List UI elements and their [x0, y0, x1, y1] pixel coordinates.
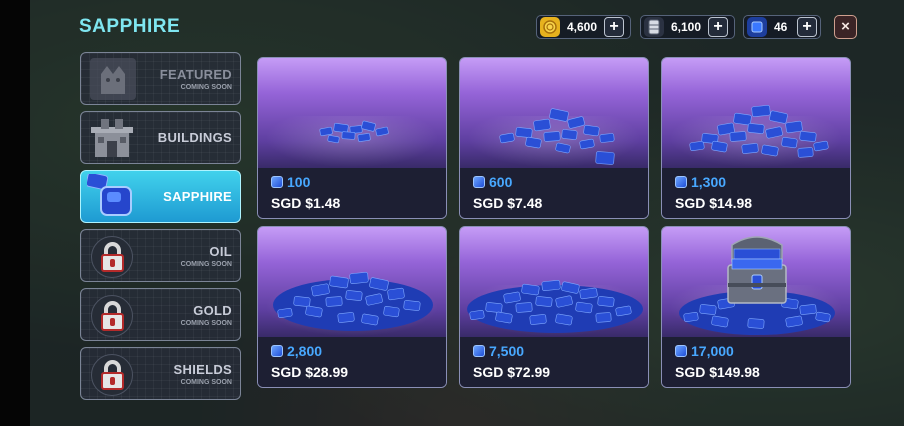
tab-shields-sub: COMING SOON: [180, 379, 232, 386]
offer-amount-row: 2,800: [271, 343, 322, 359]
sapphire-icon: [747, 17, 767, 37]
tab-shields-label: SHIELDS: [173, 362, 232, 377]
offer-amount: 17,000: [691, 343, 734, 359]
sapphire-icon: [675, 176, 687, 188]
offer-amount-row: 1,300: [675, 174, 726, 190]
add-sapphire-button[interactable]: +: [797, 17, 817, 37]
offer-card[interactable]: 7,500 SGD $72.99: [459, 226, 649, 388]
treasure-chest-icon: [679, 236, 835, 335]
sapphire-icon: [675, 345, 687, 357]
offer-price: SGD $14.98: [675, 195, 753, 211]
lock-icon: [91, 236, 133, 278]
tab-gold-label: GOLD: [193, 303, 232, 318]
gold-amount: 4,600: [567, 20, 598, 34]
oil-amount: 6,100: [671, 20, 702, 34]
offer-price: SGD $72.99: [473, 364, 551, 380]
right-letterbox: [904, 0, 910, 426]
offer-card[interactable]: 1,300 SGD $14.98: [661, 57, 851, 219]
sapphire-icon: [473, 176, 485, 188]
offer-amount-row: 600: [473, 174, 512, 190]
tab-gold[interactable]: GOLD COMING SOON: [80, 288, 241, 341]
sapphire-pile-xlarge: [273, 271, 433, 331]
tab-buildings[interactable]: BUILDINGS: [80, 111, 241, 164]
sapphire-amount: 46: [774, 20, 788, 34]
offer-amount: 600: [489, 174, 513, 190]
sapphire-pile-huge: [467, 279, 643, 333]
offer-card[interactable]: 17,000 SGD $149.98: [661, 226, 851, 388]
offer-price: SGD $1.48: [271, 195, 341, 211]
tab-oil-label: OIL: [209, 244, 232, 259]
offer-amount: 2,800: [287, 343, 323, 359]
offer-price: SGD $7.48: [473, 195, 543, 211]
tab-featured-label: FEATURED: [159, 67, 232, 82]
close-button[interactable]: ×: [834, 15, 857, 39]
tab-featured-sub: COMING SOON: [180, 84, 232, 91]
offer-amount-row: 100: [271, 174, 310, 190]
add-gold-button[interactable]: +: [604, 17, 624, 37]
sapphire-icon: [271, 345, 283, 357]
featured-icon: [87, 56, 139, 102]
offer-amount: 1,300: [691, 174, 727, 190]
tab-sapphire[interactable]: SAPPHIRE: [80, 170, 241, 223]
offer-amount-row: 7,500: [473, 343, 524, 359]
sapphire-icon: [271, 176, 283, 188]
add-oil-button[interactable]: +: [708, 17, 728, 37]
offer-card[interactable]: 2,800 SGD $28.99: [257, 226, 447, 388]
chest: [727, 236, 787, 304]
left-letterbox: [0, 0, 30, 426]
currency-sapphire: 46 +: [743, 15, 821, 39]
offer-amount: 100: [287, 174, 311, 190]
offer-amount-row: 17,000: [675, 343, 734, 359]
page-title: SAPPHIRE: [79, 16, 181, 37]
currency-oil: 6,100 +: [640, 15, 735, 39]
tab-featured[interactable]: FEATURED COMING SOON: [80, 52, 241, 105]
sapphire-pile-medium: [499, 108, 615, 165]
lock-icon: [91, 295, 133, 337]
offer-card[interactable]: 100 SGD $1.48: [257, 57, 447, 219]
sapphire-icon: [85, 172, 139, 220]
tab-shields[interactable]: SHIELDS COMING SOON: [80, 347, 241, 400]
coin-icon: [540, 17, 560, 37]
tab-sapphire-label: SAPPHIRE: [163, 189, 232, 204]
offer-amount: 7,500: [489, 343, 525, 359]
oil-drum-icon: [644, 17, 664, 37]
game-screen: SAPPHIRE 4,600 + 6,100 + 46 + × FEATURED…: [30, 0, 904, 426]
offer-card[interactable]: 600 SGD $7.48: [459, 57, 649, 219]
tab-buildings-label: BUILDINGS: [157, 130, 232, 145]
building-icon: [87, 115, 139, 161]
sapphire-pile-large: [689, 104, 829, 158]
currency-gold: 4,600 +: [536, 15, 631, 39]
tab-oil-sub: COMING SOON: [180, 261, 232, 268]
offer-price: SGD $28.99: [271, 364, 349, 380]
tab-gold-sub: COMING SOON: [180, 320, 232, 327]
tab-oil[interactable]: OIL COMING SOON: [80, 229, 241, 282]
lock-icon: [91, 354, 133, 396]
sapphire-pile-small: [319, 120, 389, 144]
offer-price: SGD $149.98: [675, 364, 760, 380]
sapphire-icon: [473, 345, 485, 357]
